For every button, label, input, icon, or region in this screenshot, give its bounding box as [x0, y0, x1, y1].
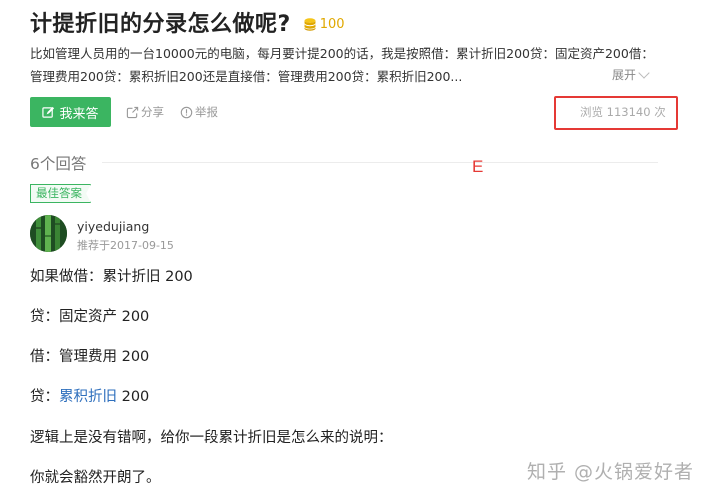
answer-line-1: 如果做借：累计折旧 200	[30, 269, 193, 285]
pen-square-icon	[42, 106, 55, 118]
view-count: 浏览 113140 次	[580, 105, 666, 119]
answer-button[interactable]: 我来答	[30, 97, 111, 127]
share-label: 分享	[141, 105, 164, 119]
answer-count: 6个回答	[30, 155, 87, 173]
avatar[interactable]	[30, 215, 67, 252]
answer-line-6: 你就会豁然开朗了。	[30, 470, 161, 486]
bamboo-avatar-image	[30, 215, 67, 252]
annotation-mark: E	[472, 157, 484, 176]
answer-line-4-prefix: 贷：	[30, 389, 59, 405]
recommend-date: 推荐于2017-09-15	[77, 239, 174, 252]
expand-button[interactable]: 展开	[612, 66, 650, 83]
question-description: 比如管理人员用的一台10000元的电脑，每月要计提200的话，我是按照借：累计折…	[30, 46, 654, 84]
info-circle-icon	[180, 106, 193, 118]
username[interactable]: yiyedujiang	[77, 219, 149, 234]
answer-line-4: 贷：累积折旧 200	[30, 385, 149, 406]
share-icon	[126, 106, 139, 118]
answer-line-4-suffix: 200	[117, 389, 150, 405]
answer-line-3: 借：管理费用 200	[30, 349, 150, 365]
answer-line-5: 逻辑上是没有错啊，给你一段累计折旧是怎么来的说明：	[30, 430, 393, 446]
watermark: 知乎 @火锅爱好者	[527, 461, 695, 483]
question-header: 计提折旧的分录怎么做呢? 100	[30, 6, 345, 38]
answer-line-2: 贷：固定资产 200	[30, 309, 150, 325]
share-button[interactable]: 分享	[126, 104, 164, 120]
best-answer-badge: 最佳答案	[30, 184, 91, 203]
chevron-down-icon	[638, 66, 650, 79]
reward: 100	[303, 17, 345, 32]
coin-stack-icon	[304, 18, 316, 31]
expand-label: 展开	[612, 68, 637, 82]
divider	[102, 162, 658, 163]
answer-button-label: 我来答	[59, 106, 99, 122]
report-button[interactable]: 举报	[180, 104, 218, 120]
report-label: 举报	[195, 105, 218, 119]
question-title: 计提折旧的分录怎么做呢?	[30, 12, 291, 37]
accumulated-depreciation-link[interactable]: 累积折旧	[59, 389, 117, 405]
reward-value: 100	[319, 16, 345, 32]
